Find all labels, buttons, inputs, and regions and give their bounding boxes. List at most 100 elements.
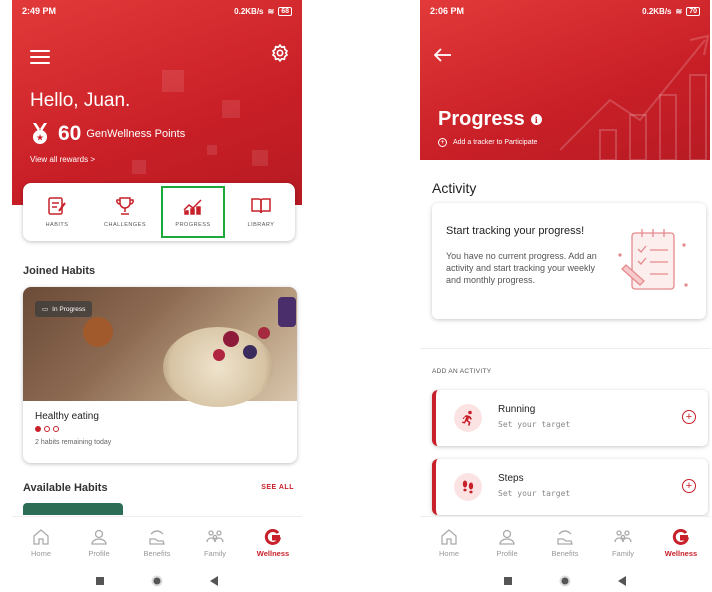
nav-wellness-label: Wellness (256, 548, 290, 558)
footsteps-icon (454, 473, 482, 501)
back-button[interactable] (206, 573, 222, 589)
points-label: GenWellness Points (86, 128, 186, 140)
add-tracker-link[interactable]: + Add a tracker to Participate (438, 138, 537, 147)
svg-text:★: ★ (36, 134, 44, 144)
progress-button[interactable]: PROGRESS (161, 186, 225, 238)
nav-family[interactable]: Family (187, 528, 243, 558)
home-button[interactable] (557, 573, 573, 589)
nav-family[interactable]: Family (595, 528, 651, 558)
nav-profile[interactable]: Profile (479, 528, 535, 558)
status-bar: 2:06 PM 0.2KB/s ≋ 70 (420, 0, 710, 22)
profile-icon (91, 529, 107, 545)
activity-name: Running (498, 404, 536, 415)
activity-subtitle: Set your target (498, 489, 571, 498)
activity-title: Activity (432, 180, 477, 196)
progress-dot (44, 426, 50, 432)
nav-home-label: Home (30, 548, 51, 558)
activity-subtitle: Set your target (498, 420, 571, 429)
points-row: ★ 60 GenWellness Points (30, 122, 185, 146)
calendar-icon: ▭ (42, 306, 49, 313)
android-nav-bar (420, 570, 710, 592)
family-icon (206, 529, 224, 542)
habit-progress-dots (35, 426, 59, 432)
profile-icon (499, 529, 515, 545)
nav-benefits[interactable]: Benefits (537, 528, 593, 558)
book-icon (251, 198, 271, 214)
add-tracker-label: Add a tracker to Participate (453, 139, 538, 146)
nav-profile[interactable]: Profile (71, 528, 127, 558)
chart-icon (183, 199, 202, 215)
divider (420, 348, 710, 349)
wifi-icon: ≋ (267, 6, 275, 16)
bottom-nav: Home Profile Benefits Family Wellness (12, 516, 302, 568)
status-time: 2:06 PM (430, 6, 465, 16)
circle-icon (151, 575, 163, 587)
habits-button[interactable]: HABITS (27, 188, 87, 236)
nav-wellness[interactable]: Wellness (653, 528, 709, 558)
progress-header (420, 0, 710, 160)
points-value: 60 (58, 122, 82, 145)
nav-wellness-label: Wellness (664, 548, 698, 558)
clipboard-illustration-icon (618, 229, 688, 290)
home-button[interactable] (149, 573, 165, 589)
challenges-button[interactable]: CHALLENGES (95, 188, 155, 236)
wellness-icon (672, 528, 690, 545)
add-circle-icon[interactable]: + (682, 410, 696, 424)
challenges-label: CHALLENGES (104, 222, 146, 228)
back-arrow-icon[interactable] (434, 48, 452, 62)
habit-card[interactable]: ▭ In Progress Healthy eating 2 habits re… (23, 287, 297, 463)
habits-icon (48, 197, 66, 215)
habit-remaining: 2 habits remaining today (35, 439, 112, 446)
back-button[interactable] (614, 573, 630, 589)
square-icon (504, 577, 513, 585)
square-icon (96, 577, 105, 585)
recents-button[interactable] (500, 573, 516, 589)
nav-benefits[interactable]: Benefits (129, 528, 185, 558)
progress-label: PROGRESS (175, 222, 211, 228)
family-icon (614, 529, 632, 542)
greeting: Hello, Juan. (30, 90, 131, 111)
activity-name: Steps (498, 473, 524, 484)
joined-habits-title: Joined Habits (23, 265, 96, 277)
header-chart-graphic (559, 34, 710, 160)
library-button[interactable]: LIBRARY (231, 188, 291, 236)
nav-home[interactable]: Home (13, 528, 69, 558)
progress-dot (35, 426, 41, 432)
nav-benefits-label: Benefits (143, 548, 171, 558)
wellness-icon (264, 528, 282, 545)
nav-home[interactable]: Home (421, 528, 477, 558)
activity-card-steps[interactable]: Steps Set your target + (432, 459, 708, 515)
running-icon (454, 404, 482, 432)
network-speed: 0.2KB/s (234, 6, 264, 16)
trophy-icon (116, 197, 134, 215)
habit-image: ▭ In Progress (23, 287, 297, 407)
quick-nav-card: HABITS CHALLENGES PROGRESS LIBRARY (23, 183, 295, 241)
available-habits-title: Available Habits (23, 482, 108, 494)
android-nav-bar (12, 570, 302, 592)
available-habit-thumbnail[interactable] (23, 503, 123, 515)
gear-icon[interactable] (270, 43, 290, 63)
hamburger-menu-icon[interactable] (30, 50, 50, 64)
library-label: LIBRARY (247, 222, 275, 228)
info-icon[interactable]: i (530, 114, 542, 125)
nav-family-label: Family (203, 548, 227, 558)
see-all-link[interactable]: SEE ALL (261, 484, 294, 491)
benefits-icon (557, 529, 573, 545)
nav-profile-label: Profile (88, 548, 110, 558)
nav-profile-label: Profile (496, 548, 518, 558)
habit-name: Healthy eating (35, 411, 99, 422)
view-rewards-link[interactable]: View all rewards > (30, 155, 95, 164)
nav-wellness[interactable]: Wellness (245, 528, 301, 558)
benefits-icon (149, 529, 165, 545)
status-chip: ▭ In Progress (35, 301, 93, 317)
status-chip-label: In Progress (52, 305, 86, 313)
home-icon (33, 528, 49, 545)
status-bar: 2:49 PM 0.2KB/s ≋ 68 (12, 0, 302, 22)
add-circle-icon[interactable]: + (682, 479, 696, 493)
progress-screen: 2:06 PM 0.2KB/s ≋ 70 Progress i + Add a … (420, 0, 710, 592)
empty-progress-title: Start tracking your progress! (446, 225, 585, 237)
activity-card-running[interactable]: Running Set your target + (432, 390, 708, 446)
recents-button[interactable] (92, 573, 108, 589)
battery-icon: 70 (686, 6, 700, 16)
home-icon (441, 528, 457, 545)
